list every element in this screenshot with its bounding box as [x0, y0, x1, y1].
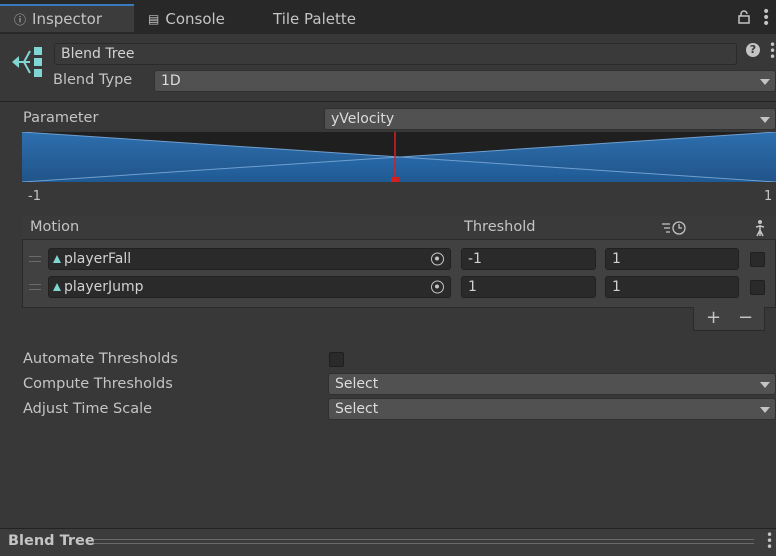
divider	[0, 101, 776, 102]
list-footer	[693, 307, 765, 331]
threshold-field-player-fall[interactable]: -1	[461, 248, 596, 270]
automate-thresholds-checkbox[interactable]	[329, 352, 344, 367]
row-drag-handle[interactable]	[29, 284, 41, 290]
mirror-checkbox-player-fall[interactable]	[750, 252, 765, 267]
range-max-label: 1	[764, 189, 773, 204]
motion-field-player-jump[interactable]: playerJump	[48, 276, 451, 298]
range-min-label: -1	[28, 189, 41, 204]
console-icon: ▤	[148, 12, 160, 26]
parameter-marker-handle[interactable]	[391, 177, 399, 182]
mirror-icon	[753, 219, 767, 241]
preview-title: Blend Tree	[8, 533, 95, 549]
tab-bar: ⓘ Inspector ▤ Console Tile Palette • • •	[0, 0, 776, 34]
chevron-down-icon	[760, 79, 770, 85]
parameter-label: Parameter	[23, 110, 99, 126]
chevron-down-icon	[760, 407, 770, 413]
adjust-time-scale-dropdown[interactable]: Select	[328, 398, 776, 420]
parameter-dropdown[interactable]: yVelocity	[324, 108, 776, 130]
time-scale-icon	[661, 221, 687, 239]
preview-menu-icon[interactable]: • • •	[766, 529, 773, 553]
blend-type-label: Blend Type	[53, 72, 133, 88]
blend-tree-icon	[10, 44, 44, 84]
mirror-checkbox-player-jump[interactable]	[750, 280, 765, 295]
motion-field-player-fall[interactable]: playerFall	[48, 248, 451, 270]
tab-tile-palette[interactable]: Tile Palette	[273, 4, 356, 34]
threshold-field-player-jump[interactable]: 1	[461, 276, 596, 298]
blend-type-dropdown[interactable]: 1D	[154, 70, 776, 92]
animation-clip-icon	[53, 255, 61, 263]
context-menu-icon[interactable]: • • •	[769, 39, 776, 63]
tab-console[interactable]: ▤ Console	[148, 4, 225, 34]
lock-icon[interactable]	[738, 10, 750, 28]
help-icon[interactable]: ?	[746, 43, 760, 57]
tab-inspector[interactable]: ⓘ Inspector	[0, 4, 134, 32]
threshold-header: Threshold	[464, 219, 536, 235]
adjust-time-scale-label: Adjust Time Scale	[23, 401, 153, 417]
add-motion-button[interactable]: +	[706, 307, 721, 328]
object-picker-icon[interactable]	[431, 252, 444, 266]
motion-header: Motion	[30, 219, 80, 235]
compute-thresholds-label: Compute Thresholds	[23, 376, 173, 392]
more-menu-icon[interactable]: • • •	[762, 5, 770, 31]
chevron-down-icon	[760, 382, 770, 388]
name-field[interactable]: Blend Tree	[54, 43, 737, 65]
preview-drag-handle[interactable]	[94, 539, 754, 544]
remove-motion-button[interactable]: −	[738, 307, 753, 328]
row-drag-handle[interactable]	[29, 256, 41, 262]
automate-thresholds-label: Automate Thresholds	[23, 351, 178, 367]
blend-graph[interactable]	[21, 131, 776, 183]
object-picker-icon[interactable]	[431, 280, 444, 294]
info-icon: ⓘ	[14, 12, 27, 27]
time-scale-field-player-fall[interactable]: 1	[605, 248, 739, 270]
time-scale-field-player-jump[interactable]: 1	[605, 276, 739, 298]
animation-clip-icon	[53, 283, 61, 291]
chevron-down-icon	[760, 117, 770, 123]
compute-thresholds-dropdown[interactable]: Select	[328, 373, 776, 395]
